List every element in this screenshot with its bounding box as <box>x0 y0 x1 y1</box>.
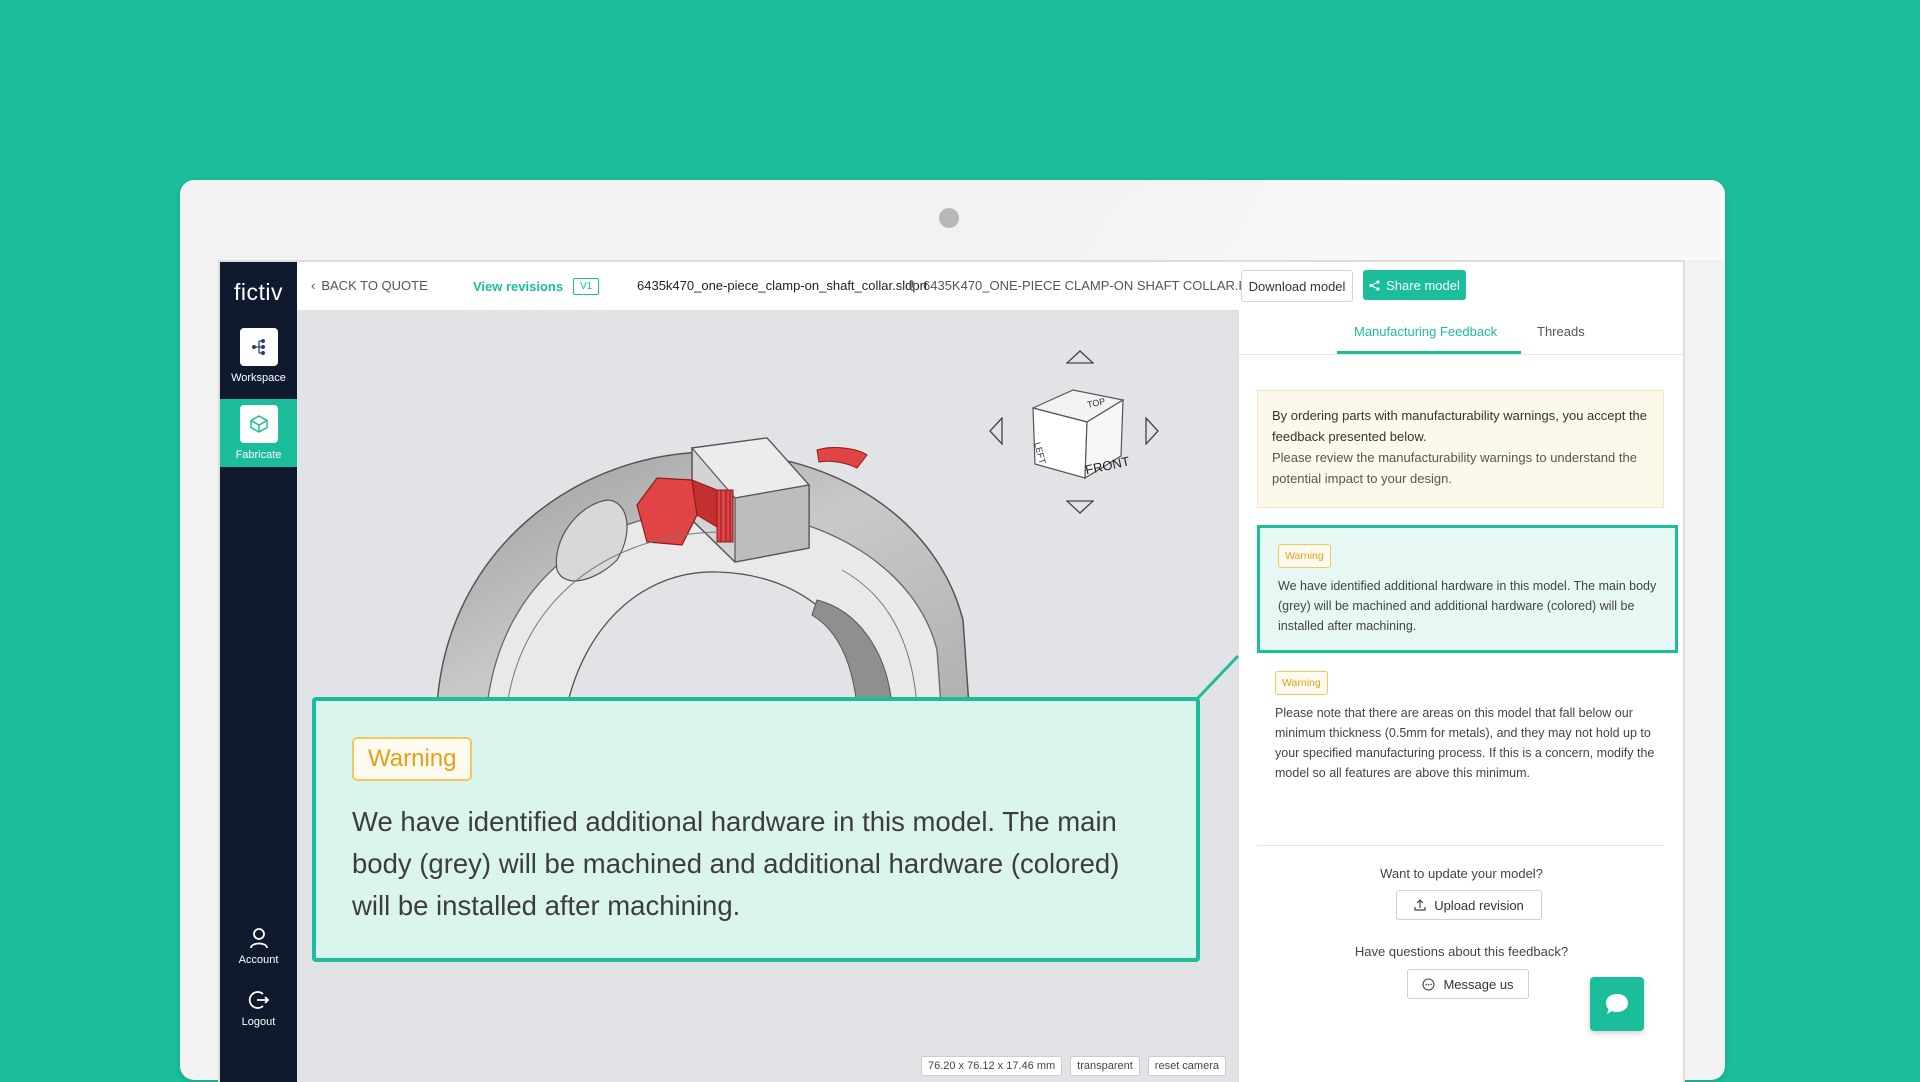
transparent-toggle[interactable]: transparent <box>1070 1056 1140 1076</box>
callout-warning-badge: Warning <box>352 737 473 781</box>
reset-camera-button[interactable]: reset camera <box>1147 1056 1226 1076</box>
callout-warning-text: We have identified additional hardware i… <box>352 806 1120 921</box>
viewer-footer: 76.20 x 76.12 x 17.46 mm transparent res… <box>920 1056 1226 1076</box>
warning-callout: Warning We have identified additional ha… <box>312 697 1200 962</box>
dimensions-readout: 76.20 x 76.12 x 17.46 mm <box>920 1056 1063 1076</box>
